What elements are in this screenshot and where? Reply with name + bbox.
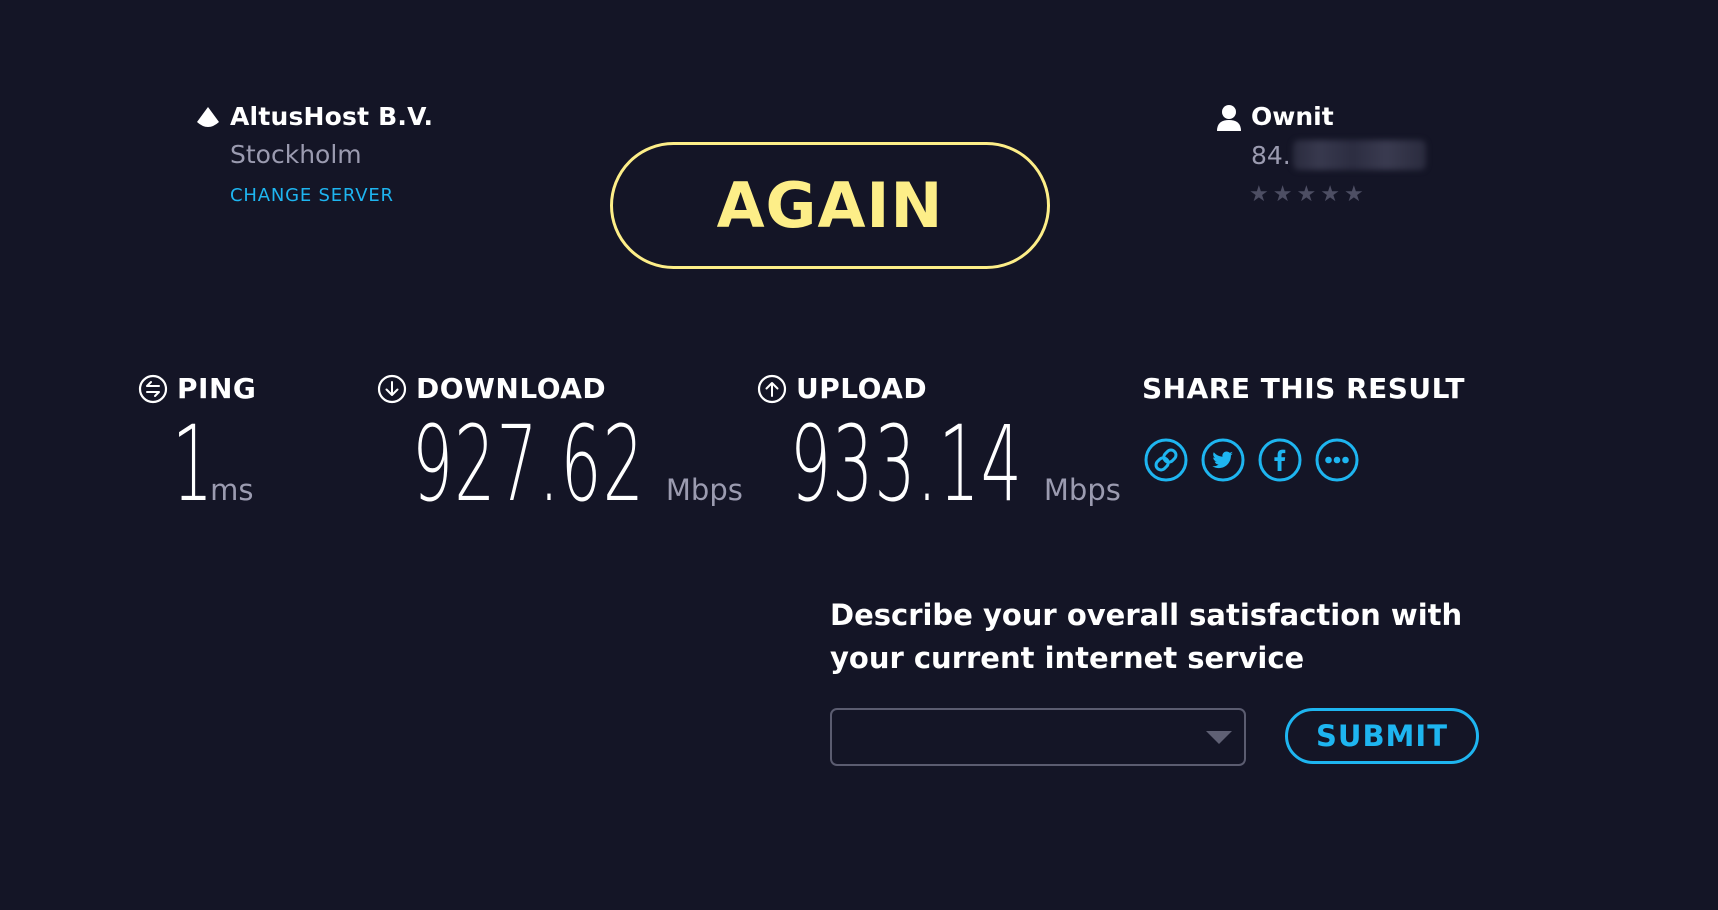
ping-header: PING <box>138 372 256 405</box>
upload-value: 933.14 <box>790 403 1024 525</box>
isp-rating[interactable]: ★ ★ ★ ★ ★ <box>1249 184 1364 206</box>
ip-address: 84. <box>1251 140 1426 170</box>
ping-unit: ms <box>210 473 254 507</box>
download-label: DOWNLOAD <box>416 372 607 405</box>
upload-icon <box>757 374 787 403</box>
server-pin-icon <box>197 107 219 127</box>
server-name: AltusHost B.V. <box>230 102 434 131</box>
ping-result: 1 ms <box>172 412 254 516</box>
rating-star[interactable]: ★ <box>1344 184 1364 206</box>
again-button[interactable]: AGAIN <box>610 142 1050 269</box>
download-unit: Mbps <box>665 473 743 507</box>
server-location: Stockholm <box>230 140 362 169</box>
upload-unit: Mbps <box>1043 473 1121 507</box>
upload-label: UPLOAD <box>796 372 928 405</box>
rating-star[interactable]: ★ <box>1273 184 1293 206</box>
download-result: 927.62 Mbps <box>412 412 743 516</box>
more-icon[interactable] <box>1315 438 1359 482</box>
download-header: DOWNLOAD <box>377 372 606 405</box>
ping-icon <box>138 374 168 403</box>
user-icon <box>1217 105 1241 131</box>
link-icon[interactable] <box>1144 438 1188 482</box>
ping-value: 1 <box>172 403 215 525</box>
share-title: SHARE THIS RESULT <box>1142 372 1465 405</box>
download-icon <box>377 374 407 403</box>
isp-name: Ownit <box>1251 102 1334 131</box>
facebook-icon[interactable] <box>1258 438 1302 482</box>
ping-label: PING <box>177 372 257 405</box>
rating-star[interactable]: ★ <box>1296 184 1316 206</box>
rating-star[interactable]: ★ <box>1249 184 1269 206</box>
ip-address-visible: 84. <box>1251 140 1291 170</box>
submit-button[interactable]: SUBMIT <box>1285 708 1479 764</box>
ip-address-obscured <box>1292 140 1426 170</box>
upload-result: 933.14 Mbps <box>790 412 1121 516</box>
rating-star[interactable]: ★ <box>1320 184 1340 206</box>
twitter-icon[interactable] <box>1201 438 1245 482</box>
satisfaction-select[interactable] <box>830 708 1246 766</box>
satisfaction-question: Describe your overall satisfaction with … <box>830 598 1463 675</box>
upload-header: UPLOAD <box>757 372 927 405</box>
share-buttons <box>1144 438 1359 482</box>
change-server-link[interactable]: CHANGE SERVER <box>230 185 394 206</box>
download-value: 927.62 <box>412 403 646 525</box>
chevron-down-icon <box>1206 731 1232 744</box>
